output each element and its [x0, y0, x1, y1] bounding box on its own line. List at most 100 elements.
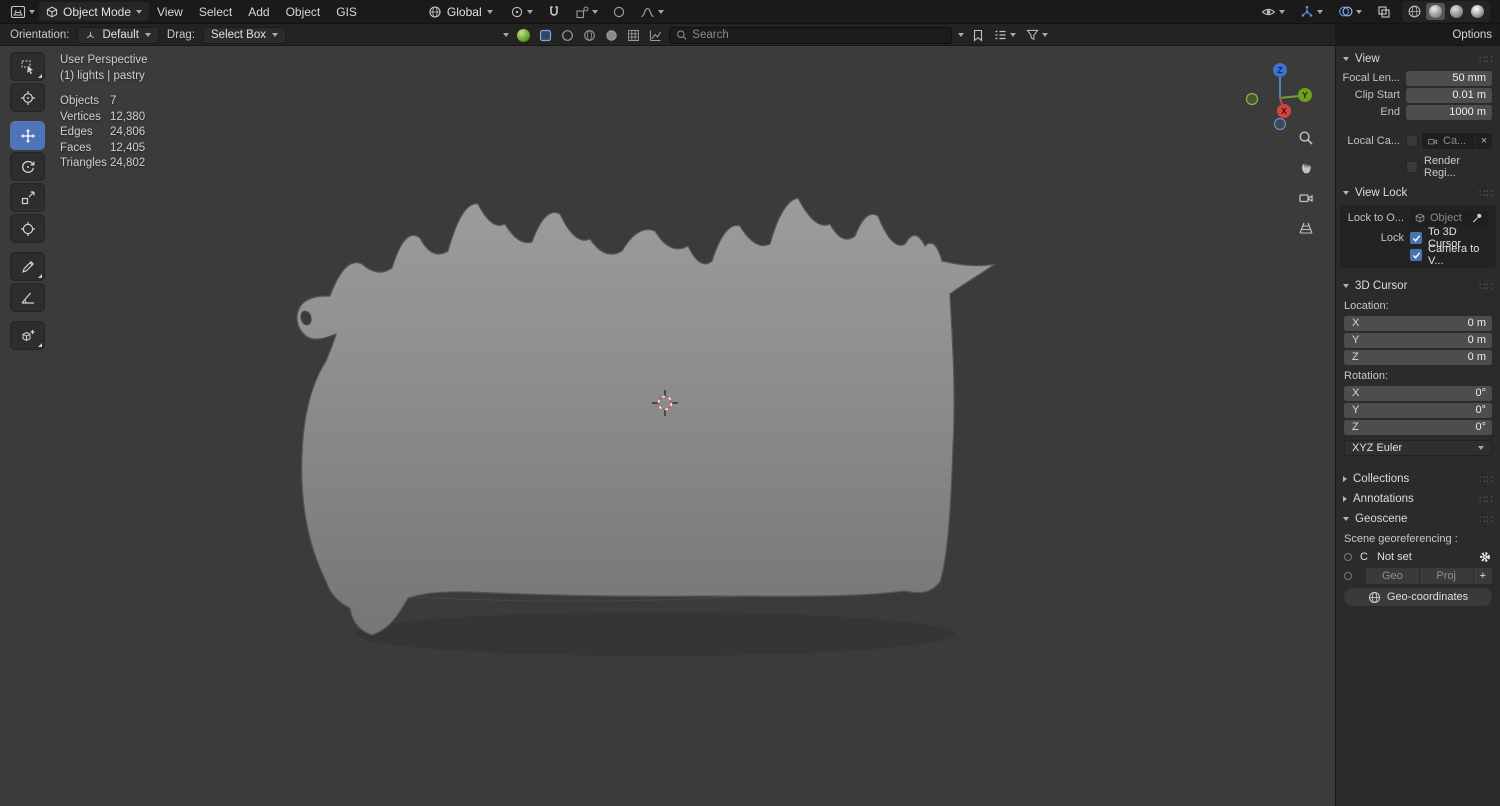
viewport-3d[interactable]: User Perspective (1) lights | pastry Obj…: [0, 46, 1335, 806]
shading-material-button[interactable]: [1447, 3, 1466, 20]
zoom-button[interactable]: [1294, 126, 1318, 150]
grid-overlay-button[interactable]: [625, 27, 641, 43]
x-axis-ball[interactable]: X: [1277, 104, 1291, 118]
chevron-down-icon[interactable]: [958, 33, 964, 37]
pastry-mesh-object[interactable]: [0, 46, 1335, 806]
crs-radio[interactable]: [1344, 553, 1352, 561]
cursor-location-z-field[interactable]: Z0 m: [1344, 350, 1492, 365]
tool-select-box[interactable]: [10, 52, 45, 81]
to-3d-cursor-checkbox[interactable]: [1410, 232, 1422, 244]
select-mode-box-button[interactable]: [537, 27, 553, 43]
y-axis-ball[interactable]: Y: [1298, 88, 1312, 102]
tool-measure[interactable]: [10, 283, 45, 312]
editor-type-button[interactable]: [6, 2, 39, 22]
panel-grip-icon[interactable]: ∷∷: [1479, 187, 1493, 200]
focal-length-field[interactable]: 50 mm: [1406, 71, 1492, 86]
clip-end-field[interactable]: 1000 m: [1406, 105, 1492, 120]
panel-grip-icon[interactable]: ∷∷: [1479, 280, 1493, 293]
cursor-3d[interactable]: [651, 389, 679, 417]
cursor-rotation-z-field[interactable]: Z0°: [1344, 420, 1492, 435]
display-mode-select[interactable]: [992, 25, 1018, 45]
search-box[interactable]: [669, 27, 952, 44]
bookmark-button[interactable]: [970, 27, 986, 43]
orientation-select[interactable]: Default: [77, 27, 158, 44]
menu-add[interactable]: Add: [240, 0, 277, 24]
tool-transform[interactable]: [10, 214, 45, 243]
camera-view-button[interactable]: [1294, 186, 1318, 210]
tool-add-primitive[interactable]: [10, 321, 45, 350]
panel-view-lock-header[interactable]: View Lock ∷∷: [1336, 183, 1500, 203]
overlay-sphere-a-button[interactable]: [581, 27, 597, 43]
add-crs-button[interactable]: +: [1474, 568, 1492, 584]
panel-grip-icon[interactable]: ∷∷: [1479, 493, 1493, 506]
render-region-checkbox[interactable]: [1406, 161, 1418, 173]
menu-view[interactable]: View: [149, 0, 191, 24]
pan-button[interactable]: [1294, 156, 1318, 180]
tool-cursor[interactable]: [10, 83, 45, 112]
cursor-rotation-x-field[interactable]: X0°: [1344, 386, 1492, 401]
panel-title: 3D Cursor: [1355, 280, 1407, 292]
menu-gis[interactable]: GIS: [328, 0, 365, 24]
shading-rendered-button[interactable]: [1468, 3, 1487, 20]
xray-toggle[interactable]: [1373, 2, 1395, 22]
panel-annotations-header[interactable]: Annotations ∷∷: [1336, 489, 1500, 509]
proj-button[interactable]: Proj: [1420, 568, 1473, 584]
panel-3d-cursor-header[interactable]: 3D Cursor ∷∷: [1336, 276, 1500, 296]
panel-grip-icon[interactable]: ∷∷: [1479, 53, 1493, 66]
snap-toggle[interactable]: [543, 2, 565, 22]
cursor-rotation-y-field[interactable]: Y0°: [1344, 403, 1492, 418]
overlay-sphere-b-button[interactable]: [603, 27, 619, 43]
panel-geoscene-header[interactable]: Geoscene ∷∷: [1336, 509, 1500, 529]
transform-orientation-select[interactable]: Global: [421, 2, 500, 21]
local-camera-checkbox[interactable]: [1406, 135, 1418, 147]
panel-collections-header[interactable]: Collections ∷∷: [1336, 469, 1500, 489]
proportional-falloff-select[interactable]: [636, 2, 668, 22]
show-overlays-dropdown[interactable]: [1334, 2, 1366, 22]
geo-button[interactable]: Geo: [1366, 568, 1419, 584]
pivot-point-select[interactable]: [506, 2, 537, 22]
lock-to-object-field[interactable]: Object: [1410, 210, 1488, 226]
proportional-editing-toggle[interactable]: [608, 2, 630, 22]
panel-grip-icon[interactable]: ∷∷: [1479, 473, 1493, 486]
drag-select[interactable]: Select Box: [203, 27, 286, 44]
local-camera-field[interactable]: Ca...: [1422, 133, 1475, 149]
search-input[interactable]: [692, 29, 945, 41]
graph-overlay-button[interactable]: [647, 27, 663, 43]
camera-to-view-checkbox[interactable]: [1410, 249, 1422, 261]
projection-radio[interactable]: [1344, 572, 1352, 580]
cursor-location-y-field[interactable]: Y0 m: [1344, 333, 1492, 348]
clip-start-field[interactable]: 0.01 m: [1406, 88, 1492, 103]
options-button[interactable]: Options: [1452, 29, 1492, 41]
y-axis-negative-ball[interactable]: [1247, 94, 1258, 105]
material-preview-button[interactable]: [515, 27, 531, 43]
cursor-location-x-field[interactable]: X0 m: [1344, 316, 1492, 331]
panel-grip-icon[interactable]: ∷∷: [1479, 513, 1493, 526]
shading-wireframe-button[interactable]: [1405, 3, 1424, 20]
gear-icon[interactable]: [1478, 550, 1492, 564]
chevron-down-icon[interactable]: [503, 33, 509, 37]
select-mode-circle-button[interactable]: [559, 27, 575, 43]
tool-rotate[interactable]: [10, 152, 45, 181]
perspective-toggle-button[interactable]: [1294, 216, 1318, 240]
tool-move[interactable]: [10, 121, 45, 150]
tool-scale[interactable]: [10, 183, 45, 212]
local-camera-clear-button[interactable]: ×: [1476, 133, 1492, 149]
tool-annotate[interactable]: [10, 252, 45, 281]
menu-object[interactable]: Object: [278, 0, 329, 24]
eyedropper-icon[interactable]: [1471, 212, 1483, 224]
show-gizmos-dropdown[interactable]: [1296, 2, 1327, 22]
bookmark-icon: [972, 29, 984, 42]
mode-select[interactable]: Object Mode: [39, 2, 149, 21]
shading-solid-button[interactable]: [1426, 3, 1445, 20]
z-axis-negative-ball[interactable]: [1275, 119, 1286, 130]
panel-view-header[interactable]: View ∷∷: [1336, 49, 1500, 69]
focal-length-label: Focal Len...: [1336, 72, 1400, 84]
euler-order-select[interactable]: XYZ Euler: [1344, 440, 1492, 456]
panel-title: Geoscene: [1355, 513, 1407, 525]
filter-select[interactable]: [1024, 25, 1050, 45]
menu-select[interactable]: Select: [191, 0, 240, 24]
geo-coordinates-button[interactable]: Geo-coordinates: [1344, 588, 1492, 606]
view-object-types-dropdown[interactable]: [1257, 2, 1289, 22]
snap-target-select[interactable]: [571, 2, 602, 22]
z-axis-ball[interactable]: Z: [1273, 63, 1287, 77]
